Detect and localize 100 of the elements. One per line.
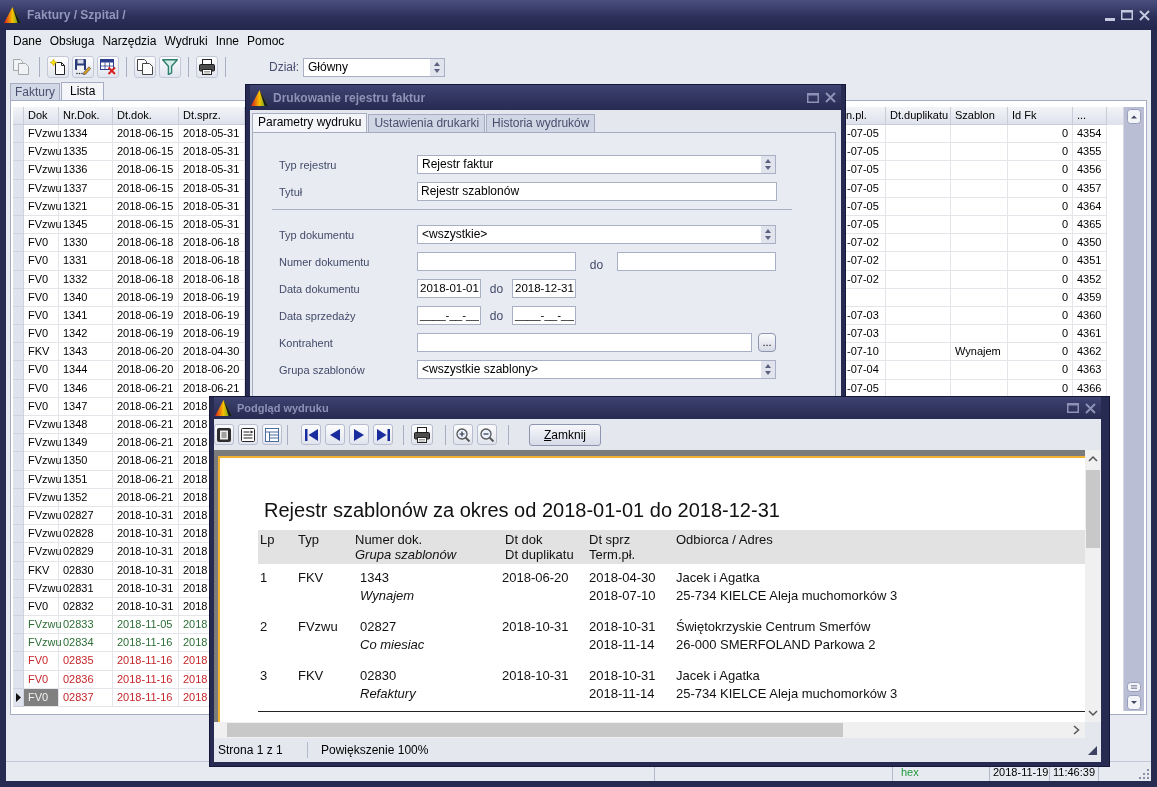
scrollbar-thumb[interactable] — [1127, 682, 1141, 692]
scrollbar-thumb[interactable] — [1086, 470, 1100, 548]
table-cell: 0 — [1008, 361, 1073, 380]
printer-icon — [199, 59, 215, 75]
table-view-button[interactable] — [262, 424, 282, 445]
table-cell: FVzwu — [24, 634, 59, 653]
table-cell: 2018-06-18 — [113, 252, 179, 271]
table-cell: 4362 — [1073, 343, 1107, 362]
scroll-down-icon[interactable] — [1127, 695, 1141, 710]
copy-icon — [137, 59, 153, 75]
report-cell: 25-734 KIELCE Aleja muchomorków 3 — [676, 685, 898, 703]
report-cell: 02830 — [360, 667, 397, 685]
menu-item[interactable]: Pomoc — [243, 33, 289, 49]
table-cell: 1331 — [59, 252, 113, 271]
date-field[interactable]: 2018-12-31 — [512, 279, 576, 298]
scroll-down-icon[interactable] — [1088, 710, 1098, 717]
report-cell: 1343 — [360, 569, 389, 587]
table-cell: FV0 — [24, 670, 59, 689]
horizontal-scrollbar[interactable] — [214, 722, 1085, 738]
previous-page-icon — [330, 428, 340, 441]
table-cell: 0 — [1008, 270, 1073, 289]
table-cell: FVzwu — [24, 434, 59, 453]
scrollbar-thumb[interactable] — [227, 723, 843, 737]
scroll-right-icon[interactable] — [1073, 725, 1080, 735]
date-field[interactable]: ____-__-__ — [417, 306, 481, 325]
scroll-up-icon[interactable] — [1088, 455, 1098, 462]
new-document-button[interactable] — [47, 56, 69, 78]
table-cell: 2018-10-31 — [113, 506, 179, 526]
close-preview-button[interactable]: Zamknij — [529, 423, 601, 446]
table-cell — [886, 179, 951, 198]
field-label: Typ rejestru — [279, 158, 338, 171]
next-page-button[interactable] — [349, 424, 369, 445]
tab[interactable]: Parametry wydruku — [252, 113, 368, 132]
report-cell: 2018-11-14 — [589, 685, 655, 703]
row-header[interactable] — [13, 688, 24, 707]
column-header: Id Fk — [1008, 107, 1073, 125]
table-cell: 2018-06-21 — [113, 416, 179, 435]
vertical-scrollbar[interactable] — [1124, 107, 1144, 711]
tab[interactable]: Lista — [61, 82, 105, 100]
text-field[interactable] — [617, 252, 776, 271]
page-lines-button[interactable] — [238, 424, 258, 445]
tab[interactable]: Faktury — [10, 83, 60, 100]
table-cell: 0 — [1008, 234, 1073, 253]
column-header: ... — [1073, 107, 1107, 125]
menu-item[interactable]: Inne — [211, 33, 243, 49]
report-cell: Refaktury — [360, 685, 416, 703]
report-cell: 2018-06-20 — [502, 569, 569, 587]
page-view-button[interactable] — [214, 424, 234, 445]
tab[interactable]: Ustawienia drukarki — [368, 114, 486, 132]
next-page-icon — [354, 428, 364, 441]
zoom-in-button[interactable] — [453, 424, 473, 445]
zoom-out-button[interactable] — [477, 424, 497, 445]
print-button[interactable] — [196, 56, 218, 78]
table-cell: 0 — [1008, 288, 1073, 307]
table-cell: 1344 — [59, 361, 113, 380]
table-cell: FV0 — [24, 652, 59, 671]
last-page-button[interactable] — [373, 424, 393, 445]
menu-item[interactable]: Dane — [9, 33, 46, 49]
text-field[interactable] — [417, 333, 752, 352]
maximize-icon — [1067, 403, 1079, 413]
table-cell — [886, 325, 951, 344]
table-cell: 2018-10-31 — [113, 579, 179, 598]
text-field[interactable] — [417, 252, 576, 271]
resize-grip-icon[interactable] — [1088, 745, 1097, 755]
delete-button[interactable] — [97, 56, 119, 78]
dropdown[interactable]: Rejestr faktur — [417, 155, 776, 174]
menu-item[interactable]: Wydruki — [160, 33, 212, 49]
tab[interactable]: Historia wydruków — [486, 114, 596, 132]
filter-button[interactable] — [159, 56, 181, 78]
menu-item[interactable]: Narzędzia — [98, 33, 161, 49]
table-cell: 4364 — [1073, 197, 1107, 216]
menu-item[interactable]: Obsługa — [45, 33, 99, 49]
table-cell — [886, 234, 951, 253]
date-field[interactable]: 2018-01-01 — [417, 279, 481, 298]
table-cell: 02837 — [59, 688, 113, 707]
vertical-scrollbar[interactable] — [1085, 450, 1101, 722]
department-dropdown[interactable]: Główny — [303, 57, 445, 77]
table-cell: 1342 — [59, 325, 113, 344]
table-cell: 2018-11-16 — [113, 688, 179, 707]
text-field[interactable]: Rejestr szablonów — [417, 182, 777, 201]
table-cell: 1341 — [59, 306, 113, 326]
dropdown[interactable]: <wszystkie> — [417, 225, 776, 244]
maximize-icon — [807, 92, 819, 103]
report-cell: FKV — [298, 569, 324, 587]
print-button[interactable] — [411, 424, 433, 445]
browse-button[interactable]: ... — [758, 333, 776, 352]
scroll-up-icon[interactable] — [1127, 109, 1141, 124]
dropdown[interactable]: <wszystkie szablony> — [417, 360, 776, 379]
copy-button[interactable] — [134, 56, 156, 78]
save-button[interactable] — [72, 56, 94, 78]
column-subheader: Term.pł. — [589, 547, 636, 562]
zoom-in-icon — [456, 427, 470, 442]
first-page-button[interactable] — [301, 424, 321, 445]
previous-page-button[interactable] — [325, 424, 345, 445]
page-view-icon — [217, 427, 231, 442]
field-label: Tytuł — [279, 185, 304, 198]
table-cell: FVzwu — [24, 506, 59, 526]
resize-grip-icon[interactable] — [1139, 769, 1149, 779]
date-field[interactable]: ____-__-__ — [512, 306, 576, 325]
table-cell: FV0 — [24, 306, 59, 326]
